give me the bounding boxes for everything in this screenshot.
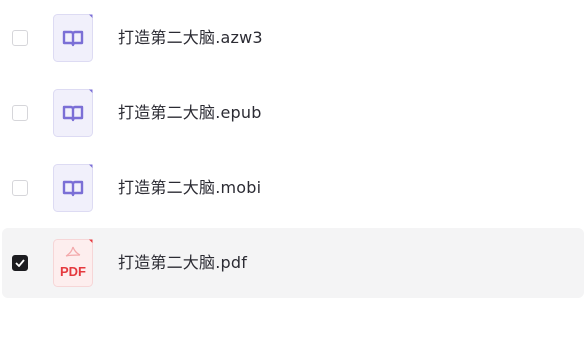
- book-icon: [53, 89, 93, 137]
- book-icon: [53, 14, 93, 62]
- file-checkbox[interactable]: [12, 255, 28, 271]
- file-checkbox[interactable]: [12, 180, 28, 196]
- file-checkbox[interactable]: [12, 105, 28, 121]
- file-row-epub[interactable]: 打造第二大脑.epub: [2, 78, 584, 148]
- file-checkbox[interactable]: [12, 30, 28, 46]
- file-row-mobi[interactable]: 打造第二大脑.mobi: [2, 153, 584, 223]
- file-list: 打造第二大脑.azw3 打造第二大脑.epub 打造第二大脑.mobi PDF …: [0, 0, 584, 339]
- pdf-icon-label: PDF: [60, 264, 86, 279]
- pdf-icon: PDF: [53, 239, 93, 287]
- file-name: 打造第二大脑.epub: [118, 103, 262, 122]
- file-name: 打造第二大脑.mobi: [118, 178, 262, 197]
- file-name: 打造第二大脑.azw3: [118, 28, 263, 47]
- file-row-pdf[interactable]: PDF 打造第二大脑.pdf: [2, 228, 584, 298]
- file-name: 打造第二大脑.pdf: [118, 253, 248, 272]
- file-row-azw3[interactable]: 打造第二大脑.azw3: [2, 3, 584, 73]
- book-icon: [53, 164, 93, 212]
